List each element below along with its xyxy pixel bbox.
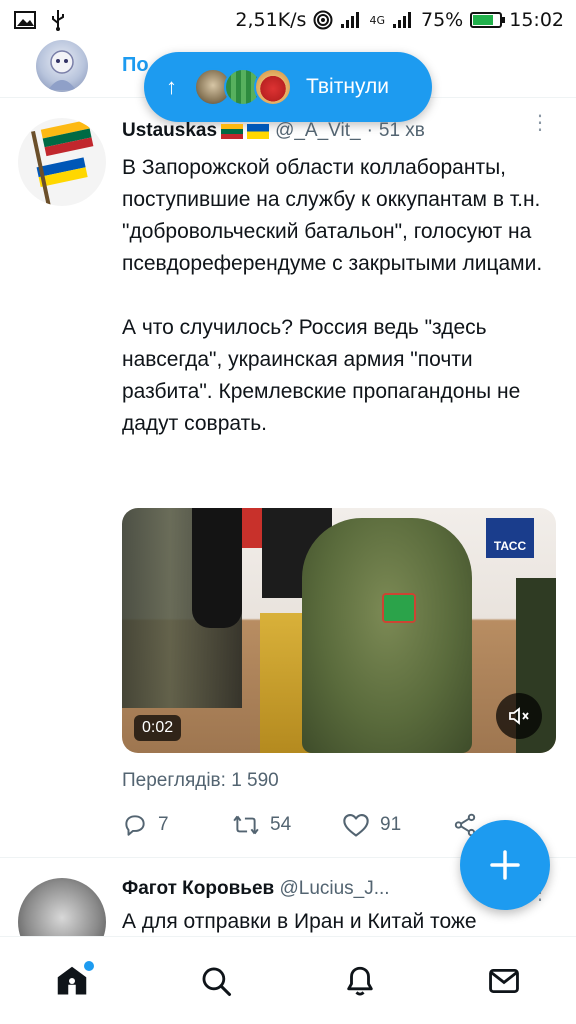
author-handle[interactable]: @Lucius_J... (279, 878, 389, 899)
network-type: 4G (369, 13, 385, 27)
plus-icon (490, 850, 520, 880)
like-button[interactable]: 91 (342, 812, 452, 838)
heart-icon (343, 814, 369, 837)
image-icon (14, 11, 36, 29)
video-scene (242, 508, 264, 548)
status-right: 2,51K/s 4G 75% 15:02 (235, 9, 564, 31)
battery-percent: 75% (421, 9, 464, 31)
bell-icon (347, 966, 373, 996)
header-title: По (122, 54, 149, 76)
tweet-header: Ustauskas @_A_Vit_ · 51 хв (122, 120, 562, 142)
nav-messages[interactable] (474, 951, 534, 1011)
video-scene (382, 593, 416, 623)
reply-count: 7 (158, 814, 169, 835)
battery-icon (470, 12, 506, 28)
new-tweets-label: Твітнули (306, 75, 389, 98)
retweet-count: 54 (270, 814, 292, 835)
tweet[interactable]: Ustauskas @_A_Vit_ · 51 хв ⋮ В Запорожск… (0, 100, 576, 858)
status-bar: 2,51K/s 4G 75% 15:02 (0, 0, 576, 40)
author-handle[interactable]: @_A_Vit_ (275, 120, 361, 142)
reply-icon (125, 815, 145, 836)
video-scene (302, 518, 472, 753)
video-duration: 0:02 (134, 715, 182, 741)
signal-4g-icon (393, 12, 411, 28)
ukraine-flag-icon (247, 123, 270, 139)
tweet-video[interactable]: ТАСС 0:02 (122, 508, 556, 753)
author-avatar[interactable] (18, 118, 106, 206)
retweet-icon (233, 815, 259, 835)
reply-button[interactable]: 7 (122, 812, 232, 838)
author-avatar[interactable] (18, 878, 106, 936)
bottom-navigation (0, 936, 576, 1024)
tweet-header: Фагот Коровьев @Lucius_J... (122, 878, 390, 900)
notification-dot (84, 960, 94, 971)
separator: · (366, 120, 373, 141)
author-name[interactable]: Ustauskas (122, 120, 217, 142)
usb-icon (52, 10, 64, 31)
tweet-text: В Запорожской области коллаборанты, пост… (122, 156, 543, 435)
mail-icon (489, 968, 519, 993)
more-options-icon[interactable]: ⋮ (530, 113, 550, 133)
compose-tweet-button[interactable] (460, 820, 550, 910)
tass-watermark: ТАСС (486, 518, 534, 558)
signal-icon (341, 12, 360, 28)
lithuania-flag-icon (221, 123, 244, 139)
status-left (14, 9, 66, 31)
view-count: Переглядів: 1 590 (122, 770, 279, 791)
like-count: 91 (380, 814, 402, 835)
mute-icon (509, 707, 529, 725)
author-name[interactable]: Фагот Коровьев (122, 878, 274, 899)
mute-button[interactable] (496, 693, 542, 739)
video-scene (192, 508, 242, 628)
nav-notifications[interactable] (330, 951, 390, 1011)
tweet-text: А для отправки в Иран и Китай тоже (122, 910, 477, 933)
network-speed: 2,51K/s (235, 9, 307, 31)
retweet-button[interactable]: 54 (232, 812, 342, 838)
search-icon (202, 967, 232, 996)
hotspot-icon (313, 10, 333, 30)
nav-search[interactable] (186, 951, 246, 1011)
arrow-up-icon: ↑ (166, 74, 177, 99)
tweet-time[interactable]: 51 хв (379, 120, 425, 142)
clock: 15:02 (509, 9, 564, 31)
nav-home[interactable] (42, 951, 102, 1011)
profile-avatar[interactable] (36, 40, 88, 92)
